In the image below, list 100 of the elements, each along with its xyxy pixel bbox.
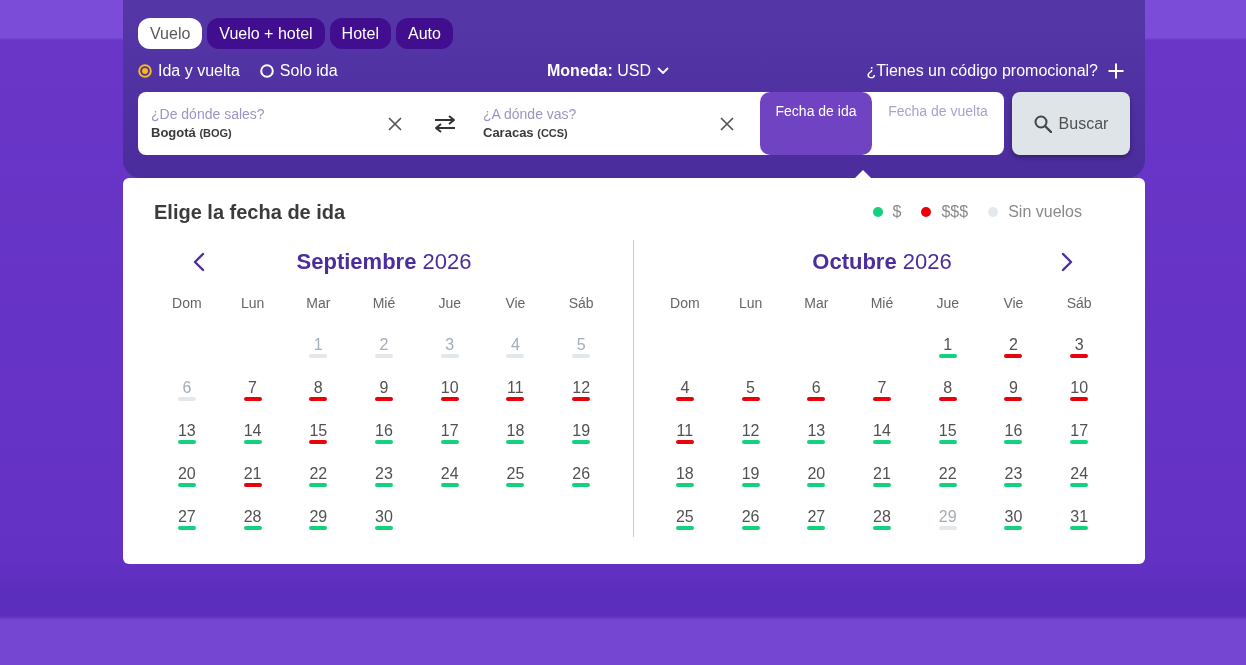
date-button[interactable]: 3 xyxy=(1070,335,1089,358)
date-button[interactable]: 24 xyxy=(1070,464,1089,487)
date-button[interactable]: 11 xyxy=(675,421,694,444)
close-icon xyxy=(388,116,402,131)
date-button[interactable]: 21 xyxy=(873,464,891,487)
promo-code-button[interactable]: ¿Tienes un código promocional? xyxy=(866,61,1124,81)
date-button[interactable]: 23 xyxy=(1004,464,1023,487)
date-button[interactable]: 14 xyxy=(873,421,891,444)
date-button[interactable]: 8 xyxy=(938,378,957,401)
weekday-label: Jue xyxy=(438,294,461,312)
date-field[interactable]: Fecha de ida xyxy=(760,92,872,155)
radio-icon[interactable] xyxy=(138,64,152,78)
date-button[interactable]: 24 xyxy=(440,464,459,487)
trip-type-option[interactable]: Solo ida xyxy=(259,62,338,80)
date-button[interactable]: 28 xyxy=(873,507,891,530)
weekday-label: Lun xyxy=(240,294,265,312)
date-button[interactable]: 26 xyxy=(741,507,760,530)
date-button[interactable]: 8 xyxy=(309,378,328,401)
legend-label: $ xyxy=(892,203,902,221)
date-button[interactable]: 27 xyxy=(807,507,826,530)
weekday-label: Sáb xyxy=(568,294,594,312)
date-button[interactable]: 17 xyxy=(1070,421,1089,444)
swap-button[interactable] xyxy=(434,114,456,133)
date-button[interactable]: 12 xyxy=(741,421,760,444)
date-button[interactable]: 29 xyxy=(309,507,328,530)
weekday-label: Mar xyxy=(306,294,331,312)
date-button[interactable]: 4 xyxy=(675,378,694,401)
swap-arrows-icon xyxy=(434,114,456,133)
date-button[interactable]: 1 xyxy=(938,335,957,358)
chevron-right-icon xyxy=(1061,252,1073,272)
date-button[interactable]: 9 xyxy=(1004,378,1023,401)
weekday-label: Sáb xyxy=(1066,294,1092,312)
date-button[interactable]: 9 xyxy=(375,378,393,401)
weekday-label: Jue xyxy=(936,294,959,312)
search-button[interactable]: Buscar xyxy=(1012,92,1130,155)
date-button[interactable]: 7 xyxy=(243,378,262,401)
weekday-label: Lun xyxy=(738,294,763,312)
date-button[interactable]: 18 xyxy=(506,421,525,444)
date-button[interactable]: 11 xyxy=(506,378,525,401)
date-button[interactable]: 22 xyxy=(938,464,957,487)
product-tab[interactable]: Auto xyxy=(395,18,453,49)
date-button[interactable]: 12 xyxy=(572,378,591,401)
date-button[interactable]: 31 xyxy=(1070,507,1089,530)
product-tab[interactable]: Vuelo + hotel xyxy=(207,18,325,49)
legend-label: Sin vuelos xyxy=(1008,203,1082,221)
date-button[interactable]: 7 xyxy=(873,378,891,401)
month-title: Octubre 2026 xyxy=(812,249,952,275)
date-button[interactable]: 30 xyxy=(1004,507,1023,530)
weekday-label: Vie xyxy=(1003,294,1024,312)
field-label: ¿A dónde vas? xyxy=(483,106,578,123)
product-tab[interactable]: Vuelo xyxy=(138,18,203,49)
date-button[interactable]: 15 xyxy=(938,421,957,444)
date-button[interactable]: 22 xyxy=(309,464,328,487)
date-button[interactable]: 6 xyxy=(807,378,826,401)
field-value: Caracas (CCS) xyxy=(483,125,569,141)
weekday-label: Vie xyxy=(505,294,526,312)
weekday-label: Mié xyxy=(372,294,396,312)
date-button[interactable]: 19 xyxy=(741,464,760,487)
month-title: Septiembre 2026 xyxy=(296,249,472,275)
field-value: Bogotá (BOG) xyxy=(151,125,233,141)
weekday-label: Dom xyxy=(172,294,202,312)
date-button[interactable]: 17 xyxy=(440,421,459,444)
date-button[interactable]: 21 xyxy=(243,464,262,487)
trip-type-option[interactable]: Ida y vuelta xyxy=(138,62,240,80)
destination-field[interactable]: ¿A dónde vas? Caracas (CCS) xyxy=(470,92,752,155)
date-button[interactable]: 20 xyxy=(807,464,826,487)
weekday-label: Mar xyxy=(804,294,829,312)
date-button[interactable]: 5 xyxy=(741,378,760,401)
date-button[interactable]: 25 xyxy=(506,464,525,487)
date-button[interactable]: 10 xyxy=(440,378,459,401)
field-label: ¿De dónde sales? xyxy=(151,106,266,123)
legend-label: $$$ xyxy=(941,203,969,221)
date-button[interactable]: 15 xyxy=(309,421,328,444)
search-icon xyxy=(1033,114,1052,133)
close-icon xyxy=(720,116,734,131)
date-button[interactable]: 26 xyxy=(572,464,591,487)
date-button[interactable]: 28 xyxy=(243,507,262,530)
date-button[interactable]: 13 xyxy=(807,421,826,444)
date-button[interactable]: 20 xyxy=(177,464,196,487)
date-button[interactable]: 18 xyxy=(675,464,694,487)
date-button[interactable]: 2 xyxy=(1004,335,1023,358)
next-month-button[interactable] xyxy=(1061,252,1073,272)
caret-down-icon xyxy=(657,67,669,75)
date-button[interactable]: 16 xyxy=(375,421,393,444)
previous-month-button[interactable] xyxy=(193,252,205,272)
plus-icon xyxy=(1108,63,1124,79)
product-tab[interactable]: Hotel xyxy=(329,18,391,49)
date-button[interactable]: 27 xyxy=(177,507,196,530)
date-button[interactable]: 25 xyxy=(675,507,694,530)
date-button[interactable]: 30 xyxy=(375,507,393,530)
chevron-left-icon xyxy=(193,252,205,272)
currency-dropdown[interactable]: Moneda: USD xyxy=(547,61,669,81)
date-button[interactable]: 23 xyxy=(375,464,393,487)
origin-field[interactable]: ¿De dónde sales? Bogotá (BOG) xyxy=(138,92,420,155)
date-button[interactable]: 14 xyxy=(243,421,262,444)
weekday-label: Mié xyxy=(870,294,894,312)
date-button[interactable]: 13 xyxy=(177,421,196,444)
date-button[interactable]: 19 xyxy=(572,421,591,444)
date-button[interactable]: 10 xyxy=(1070,378,1089,401)
date-button[interactable]: 16 xyxy=(1004,421,1023,444)
